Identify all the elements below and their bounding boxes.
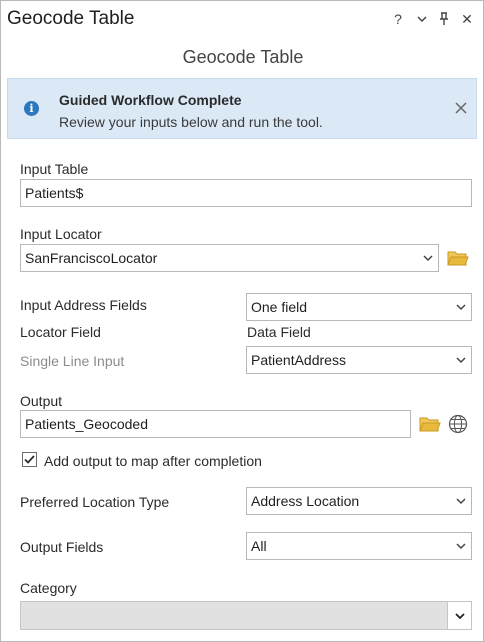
banner-close-button[interactable] (452, 99, 470, 117)
close-icon: ✕ (461, 10, 473, 27)
add-to-map-label: Add output to map after completion (44, 453, 262, 469)
tool-title: Geocode Table (182, 47, 304, 67)
preferred-location-label: Preferred Location Type (20, 494, 170, 510)
output-fields-select[interactable]: All (246, 532, 472, 560)
output-fields-label: Output Fields (20, 539, 104, 555)
pin-button[interactable] (435, 10, 453, 28)
address-fields-value: One field (251, 299, 308, 315)
folder-icon[interactable] (419, 415, 441, 433)
chevron-down-icon (456, 357, 466, 364)
add-to-map-checkbox[interactable] (22, 452, 37, 467)
pin-icon (440, 12, 448, 25)
address-fields-select[interactable]: One field (246, 293, 472, 321)
single-line-input-label: Single Line Input (20, 353, 125, 369)
banner-message: Review your inputs below and run the too… (59, 114, 323, 130)
globe-icon[interactable] (448, 414, 468, 434)
category-select[interactable] (20, 601, 472, 630)
close-pane-button[interactable]: ✕ (458, 10, 476, 28)
info-icon: i (24, 101, 39, 116)
input-table-field[interactable] (20, 179, 472, 207)
chevron-down-icon (456, 304, 466, 311)
close-icon (455, 102, 467, 114)
preferred-location-value: Address Location (251, 493, 360, 509)
banner-title: Guided Workflow Complete (59, 92, 242, 108)
preferred-location-select[interactable]: Address Location (246, 487, 472, 515)
output-fields-value: All (251, 538, 267, 554)
geoprocessing-pane: Geocode Table ? ✕ Geocode Table i Guided… (0, 0, 484, 642)
pane-menu-button[interactable] (413, 10, 431, 28)
help-icon: ? (394, 11, 402, 27)
folder-icon[interactable] (447, 249, 469, 267)
help-button[interactable]: ? (389, 10, 407, 28)
single-line-input-select[interactable]: PatientAddress (246, 346, 472, 374)
data-field-header: Data Field (247, 324, 311, 340)
locator-field-header: Locator Field (20, 324, 101, 340)
output-field[interactable] (20, 410, 411, 438)
input-locator-select[interactable]: SanFranciscoLocator (20, 244, 439, 272)
pane-title: Geocode Table (7, 8, 135, 29)
chevron-down-icon (423, 255, 433, 262)
input-table-label: Input Table (20, 161, 89, 177)
checkmark-icon (24, 455, 35, 464)
workflow-complete-banner: i Guided Workflow Complete Review your i… (7, 78, 477, 139)
input-locator-label: Input Locator (20, 226, 102, 242)
single-line-input-value: PatientAddress (251, 352, 346, 368)
chevron-down-icon (455, 613, 465, 620)
chevron-down-icon (417, 16, 427, 23)
chevron-down-icon (456, 498, 466, 505)
chevron-down-icon (456, 543, 466, 550)
input-locator-value: SanFranciscoLocator (25, 250, 158, 266)
category-dropdown-button[interactable] (447, 602, 471, 629)
address-fields-label: Input Address Fields (20, 297, 147, 313)
output-label: Output (20, 393, 63, 409)
category-label: Category (20, 580, 77, 596)
